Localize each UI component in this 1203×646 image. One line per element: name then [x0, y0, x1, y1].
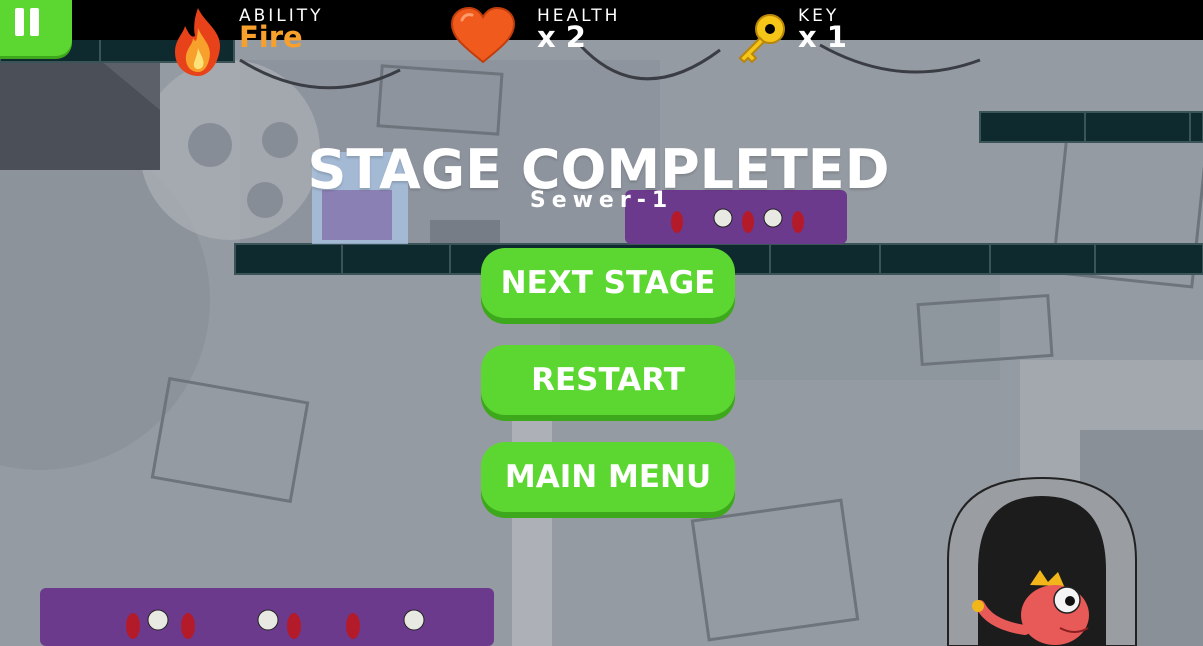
restart-button[interactable]: RESTART — [481, 345, 735, 415]
game-background — [0, 0, 1203, 646]
hud-bar: ABILITY Fire HEALTH x 2 KEY x 1 — [0, 0, 1203, 76]
ability-value: Fire — [239, 20, 303, 54]
pause-button[interactable] — [0, 0, 72, 56]
main-menu-button[interactable]: MAIN MENU — [481, 442, 735, 512]
key-value: x 1 — [798, 20, 847, 54]
health-value: x 2 — [537, 20, 586, 54]
stage-name: Sewer-1 — [529, 188, 674, 213]
fire-icon — [175, 8, 221, 76]
key-icon — [738, 14, 785, 64]
next-stage-button[interactable]: NEXT STAGE — [481, 248, 735, 318]
heart-icon — [450, 6, 516, 64]
